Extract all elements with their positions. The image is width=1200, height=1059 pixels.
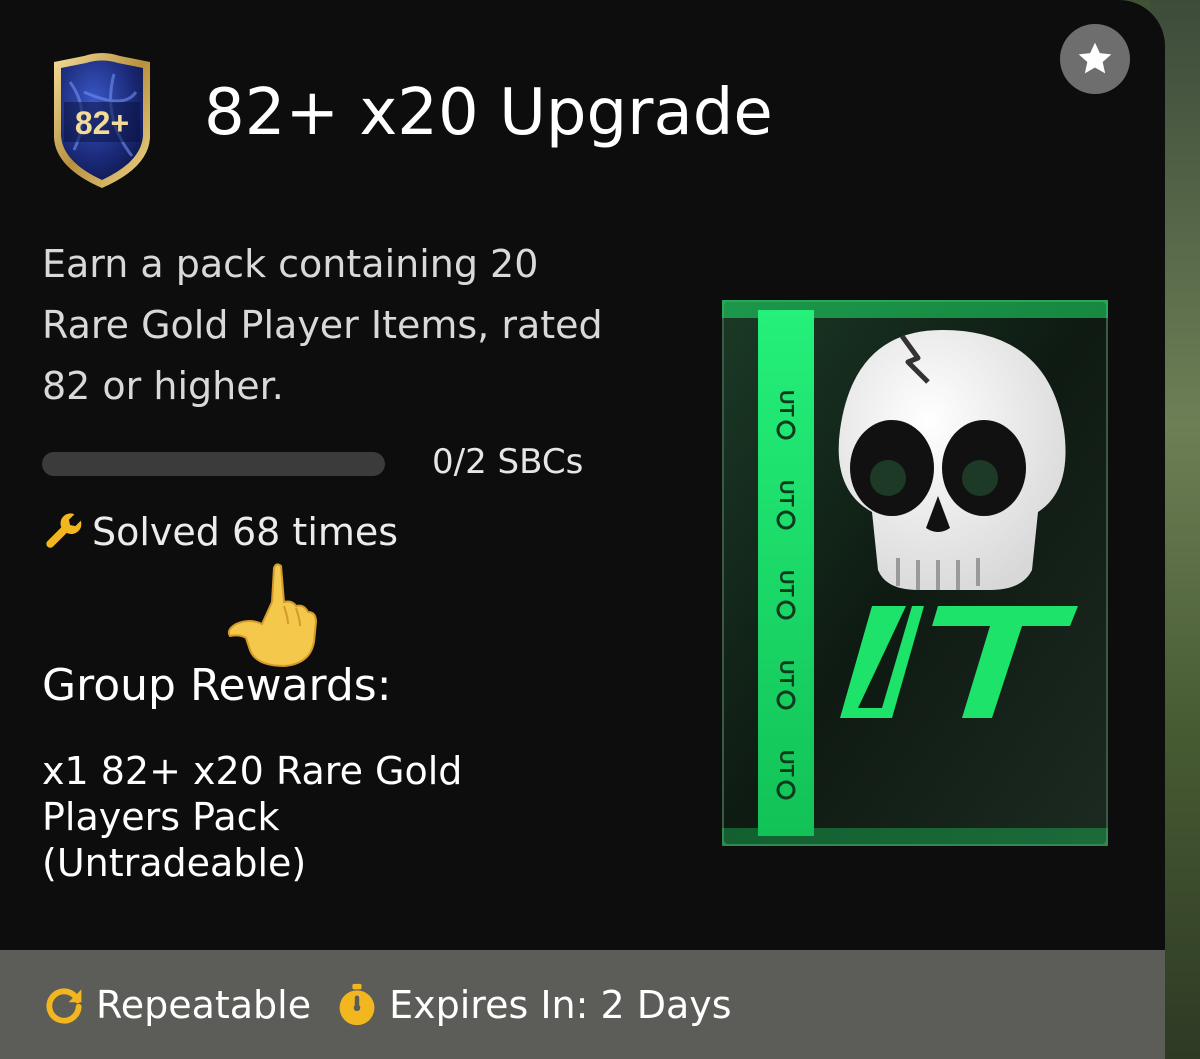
repeatable-label: Repeatable	[96, 982, 312, 1027]
sbc-footer: Repeatable Expires In: 2 Days	[0, 950, 1165, 1059]
sbc-title: 82+ x20 Upgrade	[204, 76, 773, 150]
stopwatch-icon	[339, 983, 375, 1025]
sbc-badge: 82+	[44, 52, 160, 192]
pointing-hand-icon	[226, 560, 322, 670]
group-rewards-heading: Group Rewards:	[42, 660, 392, 711]
svg-text:UT: UT	[775, 660, 797, 687]
wrench-icon	[46, 513, 82, 548]
star-icon	[1078, 42, 1112, 74]
badge-label: 82+	[75, 105, 129, 141]
favorite-button[interactable]	[1060, 24, 1130, 94]
sbc-card[interactable]: 82+ 82+ x20 Upgrade Earn a pack containi…	[0, 0, 1165, 1059]
sbc-description: Earn a pack containing 20 Rare Gold Play…	[42, 242, 603, 408]
expires-label: Expires In: 2 Days	[389, 982, 732, 1027]
progress-bar	[42, 452, 385, 476]
svg-text:UT: UT	[775, 570, 797, 597]
refresh-icon	[46, 988, 82, 1024]
svg-text:UT: UT	[775, 750, 797, 777]
solved-count: Solved 68 times	[42, 510, 398, 554]
solved-count-text: Solved 68 times	[92, 510, 399, 554]
reward-pack-image: UT UT UT UT UT UT	[720, 298, 1110, 848]
repeatable-indicator: Repeatable	[42, 983, 311, 1027]
reward-item: x1 82+ x20 Rare Gold Players Pack (Untra…	[42, 749, 463, 885]
expiry-indicator: Expires In: 2 Days	[335, 982, 732, 1027]
svg-text:UT: UT	[775, 390, 797, 417]
progress-text: 0/2 SBCs	[432, 442, 584, 482]
svg-text:UT: UT	[775, 480, 797, 507]
